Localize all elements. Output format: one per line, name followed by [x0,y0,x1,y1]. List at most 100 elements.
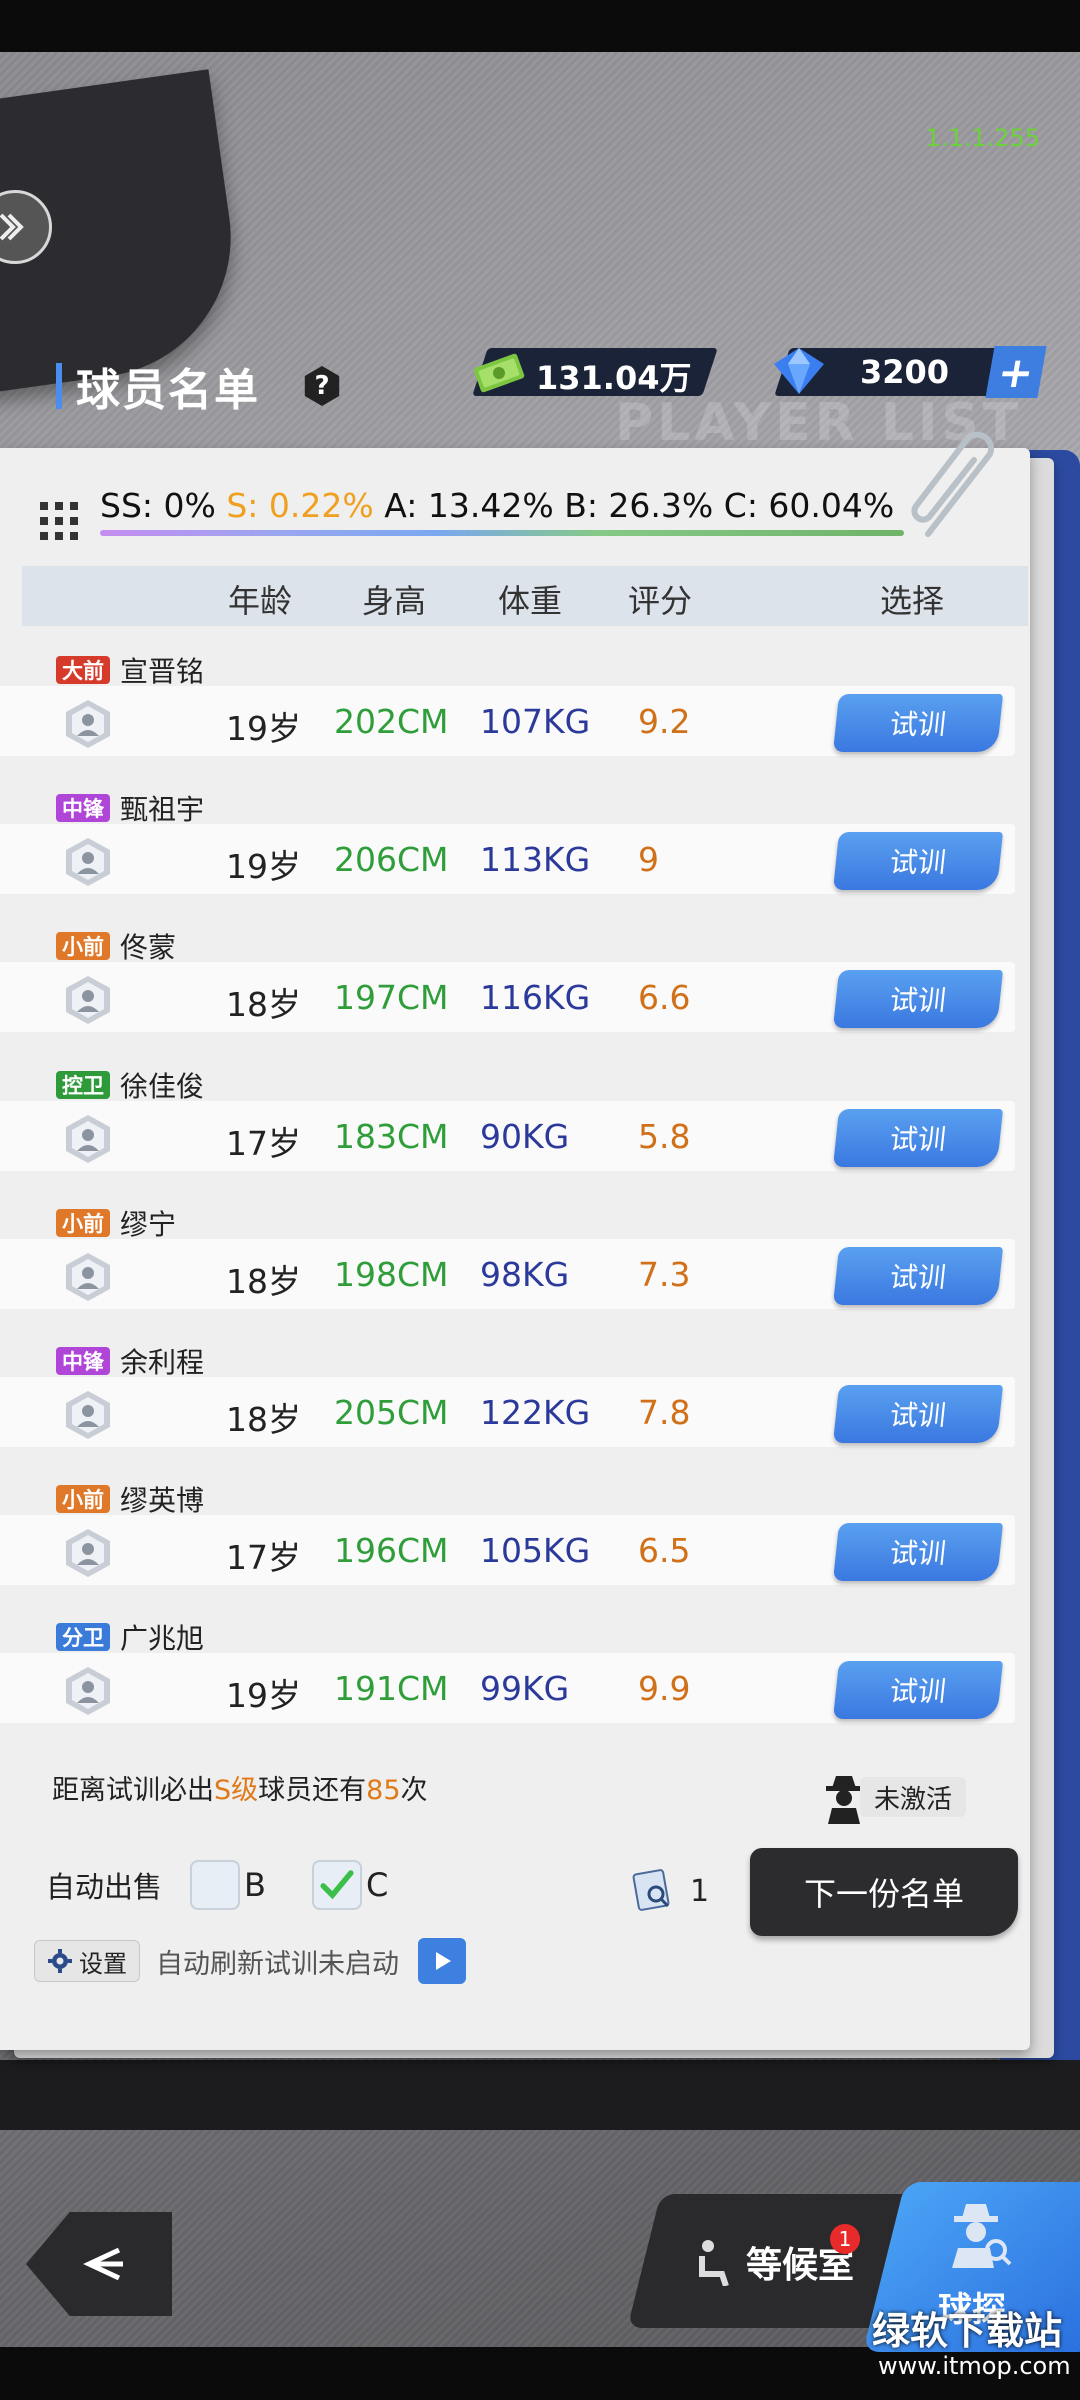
page-header: 球员名单 ? [56,354,342,418]
player-score: 9.9 [638,1669,691,1708]
guarantee-mid: 球员还有 [258,1775,367,1806]
player-label: 分卫 广兆旭 [56,1617,204,1657]
player-height: 198CM [334,1255,449,1294]
header-age: 年龄 [228,582,293,620]
inactive-status[interactable]: 未激活 [822,1770,967,1824]
position-badge: 大前 [56,656,110,684]
status-bar [0,0,1080,52]
autosell-b-checkbox[interactable] [190,1860,240,1910]
rate-b: B: 26.3% [564,486,714,525]
avatar-icon [62,1665,114,1717]
trial-button[interactable]: 试训 [832,1247,1004,1305]
trial-button[interactable]: 试训 [832,832,1004,890]
player-label: 控卫 徐佳俊 [56,1065,204,1105]
player-weight: 99KG [480,1669,570,1708]
trial-button[interactable]: 试训 [832,694,1004,752]
paperclip-icon [911,431,995,537]
player-height: 202CM [334,702,449,741]
player-name: 甄祖宇 [120,793,205,826]
scout-icon [952,2204,1012,2268]
guarantee-pre: 距离试训必出 [52,1775,214,1806]
player-score: 9.2 [638,702,691,741]
position-badge: 分卫 [56,1623,110,1651]
player-row: 17岁 196CM 105KG 6.5 试训 [0,1515,1015,1585]
player-age: 17岁 [226,1124,301,1163]
player-score: 5.8 [638,1117,691,1156]
player-label: 中锋 甄祖宇 [56,788,204,828]
avatar-icon [62,1527,114,1579]
gem-amount: 3200 [860,353,950,391]
player-age: 19岁 [226,709,301,748]
auto-refresh-status: 自动刷新试训未启动 [156,1949,399,1980]
grade-grid-icon [40,502,78,540]
position-badge: 中锋 [56,794,110,822]
avatar-icon [62,974,114,1026]
player-row: 18岁 198CM 98KG 7.3 试训 [0,1239,1015,1309]
player-weight: 107KG [480,702,591,741]
player-row: 17岁 183CM 90KG 5.8 试训 [0,1101,1015,1171]
player-name: 缪宁 [120,1208,177,1241]
player-height: 191CM [334,1669,449,1708]
trial-button[interactable]: 试训 [832,1385,1004,1443]
rate-s: S: 0.22% [226,486,374,525]
player-weight: 113KG [480,840,591,879]
player-score: 6.6 [638,978,691,1017]
player-row: 18岁 197CM 116KG 6.6 试训 [0,962,1015,1032]
help-icon[interactable]: ? [304,366,340,406]
binder-base [0,2060,1080,2130]
player-weight: 98KG [480,1255,570,1294]
cash-icon [473,353,525,393]
player-height: 196CM [334,1531,449,1570]
player-name: 宣晋铭 [120,655,205,688]
seat-icon [699,2240,729,2286]
version-label: 1.1.1.255 [925,124,1040,152]
autosell-b-label: B [244,1866,266,1904]
header-score: 评分 [628,582,693,620]
avatar-icon [62,698,114,750]
position-badge: 中锋 [56,1347,110,1375]
player-age: 19岁 [226,847,301,886]
trial-button[interactable]: 试训 [832,1661,1004,1719]
player-height: 206CM [334,840,449,879]
trial-button[interactable]: 试训 [832,1109,1004,1167]
rate-ss: SS: 0% [100,486,216,525]
player-weight: 122KG [480,1393,591,1432]
auto-refresh-play-button[interactable] [418,1938,466,1984]
header-weight: 体重 [498,582,563,620]
waiting-room-badge: 1 [830,2224,860,2254]
position-badge: 小前 [56,1209,110,1237]
header-height: 身高 [362,582,427,620]
player-label: 小前 缪英博 [56,1479,204,1519]
player-age: 18岁 [226,985,301,1024]
player-age: 18岁 [226,1400,301,1439]
player-name: 广兆旭 [120,1622,205,1655]
guarantee-post: 次 [400,1775,428,1806]
screen: 1.1.1.255 球员名单 ? 131.04万 3200 + PLAYER L… [0,0,1080,2400]
settings-button[interactable]: 设置 [34,1940,140,1982]
player-height: 205CM [334,1393,449,1432]
player-row: 19岁 206CM 113KG 9 试训 [0,824,1015,894]
player-weight: 105KG [480,1531,591,1570]
guarantee-grade: S级 [214,1775,259,1806]
autosell-c-checkbox[interactable] [312,1860,362,1910]
autosell-c-label: C [366,1866,389,1904]
add-gems-button[interactable]: + [985,346,1047,398]
play-icon [436,1952,451,1970]
trial-button[interactable]: 试训 [832,970,1004,1028]
title-accent [56,363,62,409]
player-weight: 116KG [480,978,591,1017]
player-row: 18岁 205CM 122KG 7.8 试训 [0,1377,1015,1447]
settings-label: 设置 [79,1949,127,1978]
guarantee-text: 距离试训必出S级球员还有85次 [52,1768,428,1807]
check-icon [320,1870,354,1900]
player-height: 197CM [334,978,449,1017]
gear-icon [48,1949,72,1973]
player-age: 17岁 [226,1538,301,1577]
player-age: 18岁 [226,1262,301,1301]
player-name: 徐佳俊 [120,1070,205,1103]
grade-rates: SS: 0% S: 0.22% A: 13.42% B: 26.3% C: 60… [100,486,894,525]
next-list-button[interactable]: 下一份名单 [750,1848,1018,1936]
site-watermark: 绿软下载站 [872,2309,1063,2353]
trial-button[interactable]: 试训 [832,1523,1004,1581]
position-badge: 小前 [56,932,110,960]
